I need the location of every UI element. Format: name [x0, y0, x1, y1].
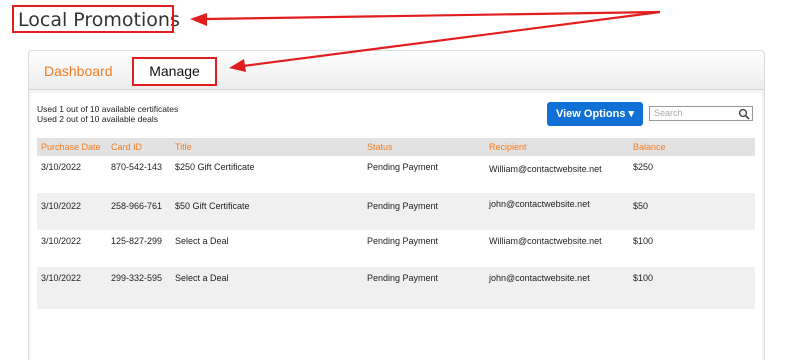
table-row[interactable]: 3/10/2022 299-332-595 Select a Deal Pend… — [37, 267, 755, 309]
tab-dashboard[interactable]: Dashboard — [44, 63, 113, 79]
view-options-button[interactable]: View Options ▾ — [547, 102, 643, 126]
cell-card-id: 299-332-595 — [111, 273, 163, 283]
cell-recipient: john@contactwebsite.net — [489, 199, 590, 209]
cell-purchase-date: 3/10/2022 — [41, 273, 82, 283]
promotions-panel: Dashboard Manage Used 1 out of 10 availa… — [28, 50, 765, 360]
cell-purchase-date: 3/10/2022 — [41, 201, 82, 211]
header-status[interactable]: Status — [367, 142, 393, 152]
cell-balance: $250 — [633, 162, 654, 172]
cell-status: Pending Payment — [367, 201, 439, 211]
header-balance[interactable]: Balance — [633, 142, 666, 152]
header-card-id[interactable]: Card ID — [111, 142, 142, 152]
table-row[interactable]: 3/10/2022 125-827-299 Select a Deal Pend… — [37, 230, 755, 267]
cell-balance: $100 — [633, 236, 654, 246]
cell-card-id: 125-827-299 — [111, 236, 163, 246]
cell-recipient: William@contactwebsite.net — [489, 236, 602, 246]
cell-status: Pending Payment — [367, 273, 439, 283]
header-purchase-date[interactable]: Purchase Date — [41, 142, 101, 152]
deals-usage: Used 2 out of 10 available deals — [37, 114, 158, 124]
cell-title: Select a Deal — [175, 273, 229, 283]
cell-card-id: 870-542-143 — [111, 162, 163, 172]
arrow-to-title — [204, 10, 661, 21]
cell-title: $250 Gift Certificate — [175, 162, 255, 172]
search-placeholder: Search — [654, 108, 683, 118]
cell-recipient: William@contactwebsite.net — [489, 164, 602, 174]
cell-purchase-date: 3/10/2022 — [41, 162, 82, 172]
cell-status: Pending Payment — [367, 162, 439, 172]
tab-bar: Dashboard Manage — [29, 51, 764, 90]
cell-purchase-date: 3/10/2022 — [41, 236, 82, 246]
cell-status: Pending Payment — [367, 236, 439, 246]
cell-title: $50 Gift Certificate — [175, 201, 250, 211]
header-recipient[interactable]: Recipient — [489, 142, 527, 152]
header-title[interactable]: Title — [175, 142, 192, 152]
table-header: Purchase Date Card ID Title Status Recip… — [37, 138, 755, 156]
cell-card-id: 258-966-761 — [111, 201, 163, 211]
tab-manage[interactable]: Manage — [132, 57, 217, 86]
title-highlight-box — [12, 5, 174, 33]
certificates-usage: Used 1 out of 10 available certificates — [37, 104, 179, 114]
arrow-head-title — [190, 13, 207, 26]
search-input[interactable]: Search — [649, 106, 753, 121]
cell-balance: $100 — [633, 273, 654, 283]
cell-balance: $50 — [633, 201, 649, 211]
manage-content: Used 1 out of 10 available certificates … — [31, 93, 762, 360]
cell-recipient: john@contactwebsite.net — [489, 273, 590, 283]
table-row[interactable]: 3/10/2022 258-966-761 $50 Gift Certifica… — [37, 193, 755, 230]
cell-title: Select a Deal — [175, 236, 229, 246]
search-icon[interactable] — [738, 108, 750, 120]
table-row[interactable]: 3/10/2022 870-542-143 $250 Gift Certific… — [37, 156, 755, 193]
